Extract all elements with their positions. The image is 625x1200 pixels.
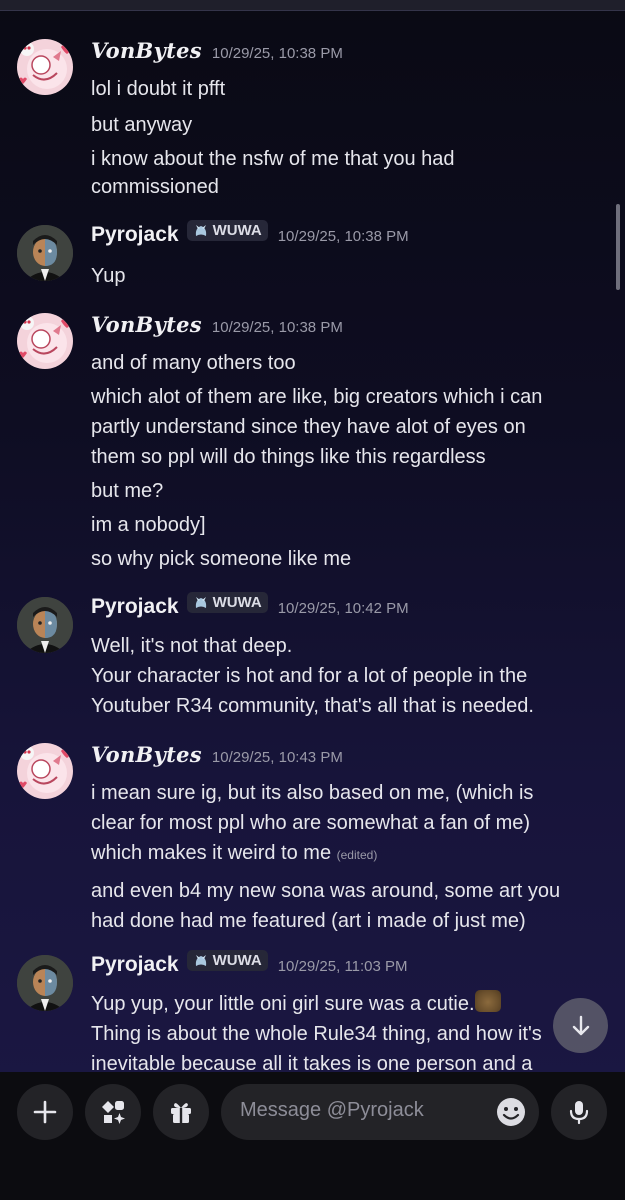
timestamp: 10/29/25, 10:43 PM bbox=[211, 749, 343, 766]
add-attachment-button[interactable] bbox=[17, 1084, 73, 1140]
avatar-vonbytes[interactable] bbox=[17, 39, 73, 95]
avatar-vonbytes[interactable] bbox=[17, 313, 73, 369]
timestamp: 10/29/25, 11:03 PM bbox=[277, 957, 408, 975]
timestamp: 10/29/25, 10:38 PM bbox=[277, 227, 409, 245]
avatar-pyrojack[interactable] bbox=[17, 597, 73, 653]
message-line: im a nobody] bbox=[91, 514, 206, 536]
gift-icon bbox=[171, 1103, 191, 1123]
author-name[interactable]: VonBytes bbox=[91, 38, 202, 63]
timestamp: 10/29/25, 10:38 PM bbox=[211, 319, 343, 336]
tag-emblem-icon bbox=[195, 596, 206, 608]
message-header: VonBytes 10/29/25, 10:38 PM bbox=[91, 312, 343, 337]
message-line: but me? bbox=[91, 480, 164, 502]
message-group: Pyrojack WUWA 10/29/25, 10:42 PM Well, i… bbox=[0, 592, 600, 724]
message-group: VonBytes 10/29/25, 10:43 PM i mean sure … bbox=[0, 742, 600, 932]
emoji-icon bbox=[497, 1098, 525, 1126]
author-name[interactable]: VonBytes bbox=[91, 742, 202, 767]
message-line: them so ppl will do things like this reg… bbox=[91, 446, 486, 468]
message-line: Well, it's not that deep. bbox=[91, 635, 293, 657]
message-line: Youtuber R34 community, that's all that … bbox=[91, 695, 534, 717]
message-composer: Message @Pyrojack bbox=[0, 1072, 625, 1200]
message-feed: VonBytes 10/29/25, 10:38 PM lol i doubt … bbox=[0, 10, 625, 1072]
message-line: lol i doubt it pfft bbox=[91, 78, 226, 100]
gift-button[interactable] bbox=[153, 1084, 209, 1140]
jump-to-latest-button[interactable] bbox=[553, 998, 608, 1053]
avatar-pyrojack[interactable] bbox=[17, 955, 73, 1011]
emoji-button[interactable] bbox=[495, 1096, 527, 1128]
author-name[interactable]: VonBytes bbox=[91, 312, 202, 337]
message-line: and of many others too bbox=[91, 352, 296, 374]
message-line: Your character is hot and for a lot of p… bbox=[91, 665, 528, 687]
emoji-sticker-icon bbox=[474, 990, 501, 1012]
edited-label: (edited) bbox=[336, 848, 378, 862]
message-line: which makes it weird to me (edited) bbox=[91, 838, 596, 870]
avatar-image bbox=[17, 955, 73, 1011]
apps-icon bbox=[102, 1101, 125, 1124]
message-line: Yup bbox=[91, 265, 126, 287]
message-line: and even b4 my new sona was around, some… bbox=[91, 880, 561, 902]
message-input[interactable]: Message @Pyrojack bbox=[221, 1084, 539, 1140]
message-input-placeholder: Message @Pyrojack bbox=[240, 1099, 424, 1121]
tag-emblem-icon bbox=[195, 954, 206, 966]
plus-icon bbox=[33, 1100, 57, 1124]
guild-tag[interactable]: WUWA bbox=[186, 220, 268, 241]
message-line: Thing is about the whole Rule34 thing, a… bbox=[91, 1023, 542, 1045]
message-line: Yup yup, your little oni girl sure was a… bbox=[91, 989, 596, 1019]
avatar-image bbox=[19, 316, 73, 363]
message-header: VonBytes 10/29/25, 10:43 PM bbox=[91, 742, 343, 767]
message-group: VonBytes 10/29/25, 10:38 PM lol i doubt … bbox=[0, 38, 600, 198]
guild-tag-label: WUWA bbox=[212, 594, 262, 611]
tag-emblem-icon bbox=[195, 224, 206, 236]
avatar-image bbox=[17, 597, 73, 653]
message-line: partly understand since they have alot o… bbox=[91, 416, 526, 438]
guild-tag[interactable]: WUWA bbox=[186, 950, 268, 971]
timestamp: 10/29/25, 10:38 PM bbox=[211, 45, 343, 62]
arrow-down-icon bbox=[572, 1015, 589, 1035]
voice-message-button[interactable] bbox=[551, 1084, 607, 1140]
message-line: had done had me featured (art i made of … bbox=[91, 910, 526, 932]
message-line: clear for most ppl who are somewhat a fa… bbox=[91, 812, 531, 834]
message-line: inevitable because all it takes is one p… bbox=[91, 1053, 533, 1072]
avatar-image bbox=[17, 225, 73, 281]
message-line: which alot of them are like, big creator… bbox=[91, 386, 543, 408]
message-text: Yup yup, your little oni girl sure was a… bbox=[91, 993, 475, 1015]
message-header: Pyrojack WUWA 10/29/25, 10:42 PM bbox=[91, 592, 409, 619]
message-line: commissioned bbox=[91, 176, 219, 198]
message-header: Pyrojack WUWA 10/29/25, 10:38 PM bbox=[91, 220, 409, 247]
timestamp: 10/29/25, 10:42 PM bbox=[277, 599, 409, 617]
message-line: but anyway bbox=[91, 114, 193, 136]
guild-tag[interactable]: WUWA bbox=[186, 592, 268, 613]
scrollbar-thumb[interactable] bbox=[616, 204, 620, 290]
author-name[interactable]: Pyrojack bbox=[91, 223, 179, 247]
message-line: i know about the nsfw of me that you had bbox=[91, 148, 455, 170]
message-header: VonBytes 10/29/25, 10:38 PM bbox=[91, 38, 343, 63]
message-group: Pyrojack WUWA 10/29/25, 11:03 PM Yup yup… bbox=[0, 950, 600, 1072]
avatar-pyrojack[interactable] bbox=[17, 225, 73, 281]
avatar-vonbytes[interactable] bbox=[17, 743, 73, 799]
avatar-image bbox=[19, 746, 73, 793]
author-name[interactable]: Pyrojack bbox=[91, 953, 179, 977]
message-group: Pyrojack WUWA 10/29/25, 10:38 PM Yup bbox=[0, 220, 600, 292]
author-name[interactable]: Pyrojack bbox=[91, 595, 179, 619]
message-line: i mean sure ig, but its also based on me… bbox=[91, 782, 534, 804]
message-group: VonBytes 10/29/25, 10:38 PM and of many … bbox=[0, 312, 600, 572]
message-line: so why pick someone like me bbox=[91, 548, 352, 570]
message-text: which makes it weird to me bbox=[91, 842, 332, 864]
microphone-icon bbox=[569, 1101, 589, 1125]
guild-tag-label: WUWA bbox=[212, 222, 262, 239]
apps-button[interactable] bbox=[85, 1084, 141, 1140]
guild-tag-label: WUWA bbox=[212, 952, 262, 969]
message-header: Pyrojack WUWA 10/29/25, 11:03 PM bbox=[91, 950, 408, 977]
avatar-image bbox=[19, 42, 73, 89]
